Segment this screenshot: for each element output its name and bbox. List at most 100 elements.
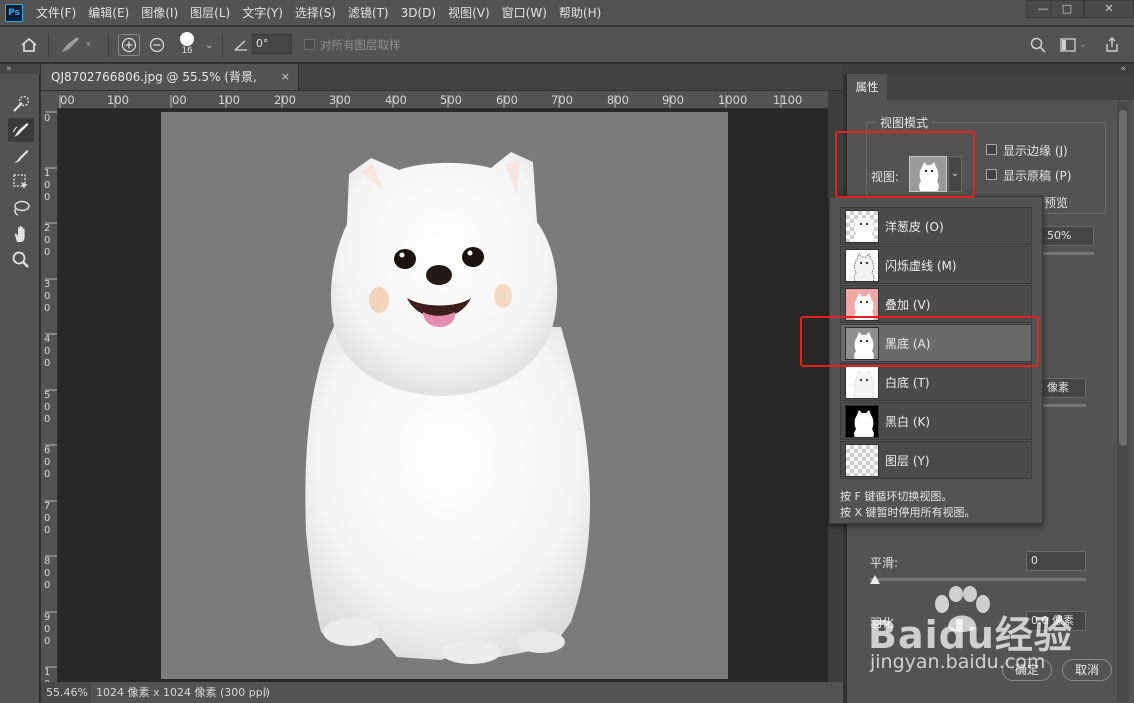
- menu-image[interactable]: 图像(I): [135, 0, 184, 26]
- menu-select[interactable]: 选择(S): [289, 0, 342, 26]
- show-edge-checkbox[interactable]: [986, 144, 997, 155]
- ruler-h-label: 800: [607, 93, 629, 107]
- ruler-v-label: 400: [44, 334, 51, 369]
- lasso-icon[interactable]: [8, 196, 34, 220]
- ruler-v-label: 200: [44, 223, 51, 258]
- ruler-v-label: 100: [44, 168, 51, 203]
- ruler-h-label: 300: [329, 93, 351, 107]
- ruler-v-label: 900: [44, 612, 51, 647]
- restore-button[interactable]: □: [1050, 0, 1084, 18]
- angle-icon: [234, 27, 248, 63]
- close-tab-icon[interactable]: ×: [281, 64, 290, 90]
- document-canvas[interactable]: [161, 112, 728, 679]
- marching-ants-thumbnail: [845, 249, 879, 282]
- cancel-button[interactable]: 取消: [1062, 659, 1112, 681]
- watermark-url: jingyan.baidu.com: [870, 651, 1046, 673]
- angle-input[interactable]: 0°: [252, 34, 292, 54]
- view-option-marching-ants[interactable]: 闪烁虚线 (M): [840, 246, 1032, 284]
- tab-properties[interactable]: 属性: [847, 74, 887, 100]
- horizontal-ruler: 00 100 00 100 200 300 400 500 600 700 80…: [58, 91, 828, 109]
- smooth-slider-handle[interactable]: [869, 574, 881, 585]
- highlight-view-selector: [835, 131, 975, 198]
- object-selection-icon[interactable]: [8, 170, 34, 194]
- menu-items: 文件(F) 编辑(E) 图像(I) 图层(L) 文字(Y) 选择(S) 滤镜(T…: [30, 0, 607, 26]
- brush-icon[interactable]: [8, 144, 34, 168]
- ruler-v-label: 600: [44, 445, 51, 480]
- on-white-thumbnail: [845, 366, 879, 399]
- ruler-h-label: 100: [218, 93, 240, 107]
- panel-tab-bar: 属性: [847, 74, 1134, 100]
- vertical-ruler: 0 100 200 300 400 500 600 700 800 900 10: [41, 109, 58, 682]
- brush-preview-icon[interactable]: 16: [180, 29, 194, 59]
- share-icon[interactable]: [1104, 27, 1120, 63]
- opacity-slider[interactable]: [1042, 252, 1094, 255]
- menu-edit[interactable]: 编辑(E): [82, 0, 135, 26]
- menu-window[interactable]: 窗口(W): [496, 0, 553, 26]
- smooth-slider[interactable]: [870, 578, 1086, 581]
- ruler-h-label: 100: [107, 93, 129, 107]
- toolbar-collapse-icon[interactable]: »: [0, 64, 40, 74]
- menu-layer[interactable]: 图层(L): [184, 0, 236, 26]
- menu-file[interactable]: 文件(F): [30, 0, 82, 26]
- close-window-button[interactable]: ✕: [1084, 0, 1134, 18]
- view-option-on-white[interactable]: 白底 (T): [840, 363, 1032, 401]
- sample-all-layers-checkbox[interactable]: [304, 39, 315, 50]
- view-option-onion-skin[interactable]: 洋葱皮 (O): [840, 207, 1032, 245]
- subtract-mode-icon[interactable]: [149, 27, 165, 63]
- ruler-v-label: 500: [44, 390, 51, 425]
- options-bar: ▾ 16 ⌄ 0° 对所有图层取样 ⌄: [0, 27, 1134, 63]
- ruler-h-label: 00: [60, 93, 75, 107]
- brush-size-label: 16: [181, 45, 193, 56]
- menu-type[interactable]: 文字(Y): [236, 0, 289, 26]
- view-option-label: 黑白 (K): [885, 415, 931, 429]
- ruler-v-label: 700: [44, 501, 51, 536]
- view-option-on-layers[interactable]: 图层 (Y): [840, 441, 1032, 479]
- on-layers-thumbnail: [845, 444, 879, 477]
- ruler-v-label: 0: [44, 113, 51, 124]
- ruler-h-label: 400: [385, 93, 407, 107]
- panel-dock-strip: «: [843, 64, 1134, 74]
- refine-brush-icon[interactable]: ▾: [58, 27, 91, 63]
- ruler-corner: [41, 91, 58, 109]
- smooth-label: 平滑:: [870, 556, 899, 570]
- home-icon[interactable]: [20, 27, 38, 63]
- document-tab[interactable]: QJ8702766806.jpg @ 55.5% (背景, RGB/8) ×: [41, 64, 299, 110]
- refine-edge-brush-icon[interactable]: [8, 118, 34, 142]
- show-original-checkbox[interactable]: [986, 169, 997, 180]
- zoom-icon[interactable]: [8, 248, 34, 272]
- brush-chevron-down-icon[interactable]: ⌄: [205, 27, 213, 63]
- ruler-h-label: 900: [662, 93, 684, 107]
- view-option-label: 图层 (Y): [885, 454, 930, 468]
- view-option-black-and-white[interactable]: 黑白 (K): [840, 402, 1032, 440]
- ruler-h-label: 700: [551, 93, 573, 107]
- chevron-down-icon: ▾: [86, 40, 91, 50]
- document-tab-strip: QJ8702766806.jpg @ 55.5% (背景, RGB/8) ×: [41, 64, 843, 110]
- radius-input[interactable]: 像素: [1042, 378, 1086, 398]
- status-menu-arrow-icon[interactable]: 〉: [263, 682, 274, 703]
- search-icon[interactable]: [1030, 27, 1046, 63]
- ruler-v-label: 800: [44, 556, 51, 591]
- smooth-input[interactable]: 0: [1026, 551, 1086, 571]
- menu-filter[interactable]: 滤镜(T): [342, 0, 395, 26]
- menu-help[interactable]: 帮助(H): [553, 0, 607, 26]
- ruler-h-label: 1100: [773, 93, 803, 107]
- ruler-h-label: 1000: [718, 93, 748, 107]
- ruler-v-label: 10: [44, 667, 51, 682]
- pomeranian-dog-image: [305, 152, 591, 664]
- add-mode-icon[interactable]: [118, 27, 140, 63]
- view-mode-title: 视图模式: [876, 114, 933, 131]
- quick-selection-icon[interactable]: [8, 92, 34, 116]
- menu-3d[interactable]: 3D(D): [395, 0, 442, 26]
- menu-view[interactable]: 视图(V): [442, 0, 496, 26]
- ruler-h-label: 00: [172, 93, 187, 107]
- sample-all-layers-label: 对所有图层取样: [320, 38, 401, 52]
- zoom-level-field[interactable]: 55.46%: [41, 682, 91, 703]
- panel-scrollbar-thumb[interactable]: [1119, 110, 1127, 446]
- radius-slider[interactable]: [1042, 404, 1086, 407]
- opacity-input[interactable]: 50%: [1042, 226, 1094, 246]
- workspace-icon[interactable]: ⌄: [1060, 27, 1087, 63]
- hand-icon[interactable]: [8, 222, 34, 246]
- status-bar: 55.46% 1024 像素 x 1024 像素 (300 ppi) 〉: [41, 682, 843, 703]
- panel-collapse-icon[interactable]: «: [1120, 64, 1126, 74]
- highlight-on-black-option: [800, 316, 1039, 367]
